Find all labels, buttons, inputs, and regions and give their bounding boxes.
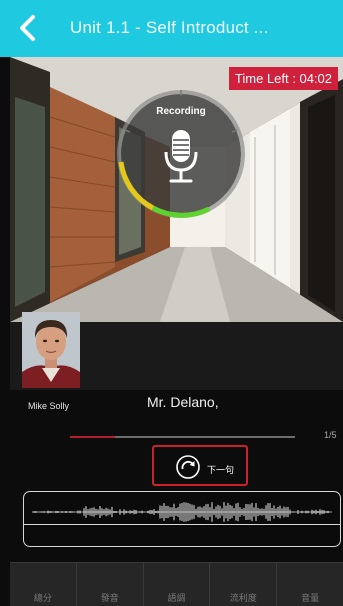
tab-label: 流利度: [229, 593, 257, 603]
back-button[interactable]: [16, 14, 40, 42]
tab-label: 總分: [33, 593, 52, 603]
next-sentence-button[interactable]: 下一句: [152, 445, 248, 486]
tab-label: 語調: [167, 593, 186, 603]
tab-intonation[interactable]: 語調: [144, 563, 211, 606]
tab-pronunciation[interactable]: 發音: [77, 563, 144, 606]
speaker-name: Mike Solly: [28, 401, 70, 411]
audio-waveform: [23, 491, 341, 547]
next-sentence-label: 下一句: [207, 465, 235, 475]
tab-label: 音量: [301, 593, 320, 603]
sentence-progress-bar: [70, 436, 295, 438]
tab-volume[interactable]: 音量: [277, 563, 343, 606]
recording-label: Recording: [156, 106, 206, 117]
waveform-graph: [32, 502, 332, 522]
redo-icon: [176, 455, 200, 479]
score-tabbar: 總分 發音 語調 流利度 音量: [10, 562, 343, 606]
speaker-photo: [22, 312, 80, 388]
microphone-icon: [164, 130, 198, 183]
sentence-progress-fill: [70, 436, 115, 438]
tab-label: 發音: [100, 593, 119, 603]
tab-total-score[interactable]: 總分: [10, 563, 77, 606]
page-title: Unit 1.1 - Self Introduct ...: [70, 18, 269, 37]
recording-indicator[interactable]: Recording: [113, 86, 249, 222]
sentence-progress-count: 1/5: [324, 430, 337, 440]
avatar: [22, 312, 80, 388]
waveform-divider: [24, 524, 340, 525]
tab-fluency[interactable]: 流利度: [210, 563, 278, 606]
chevron-left-icon: [20, 15, 35, 41]
app-header: Unit 1.1 - Self Introduct ...: [0, 0, 343, 57]
sentence-text: Mr. Delano,: [147, 394, 219, 410]
